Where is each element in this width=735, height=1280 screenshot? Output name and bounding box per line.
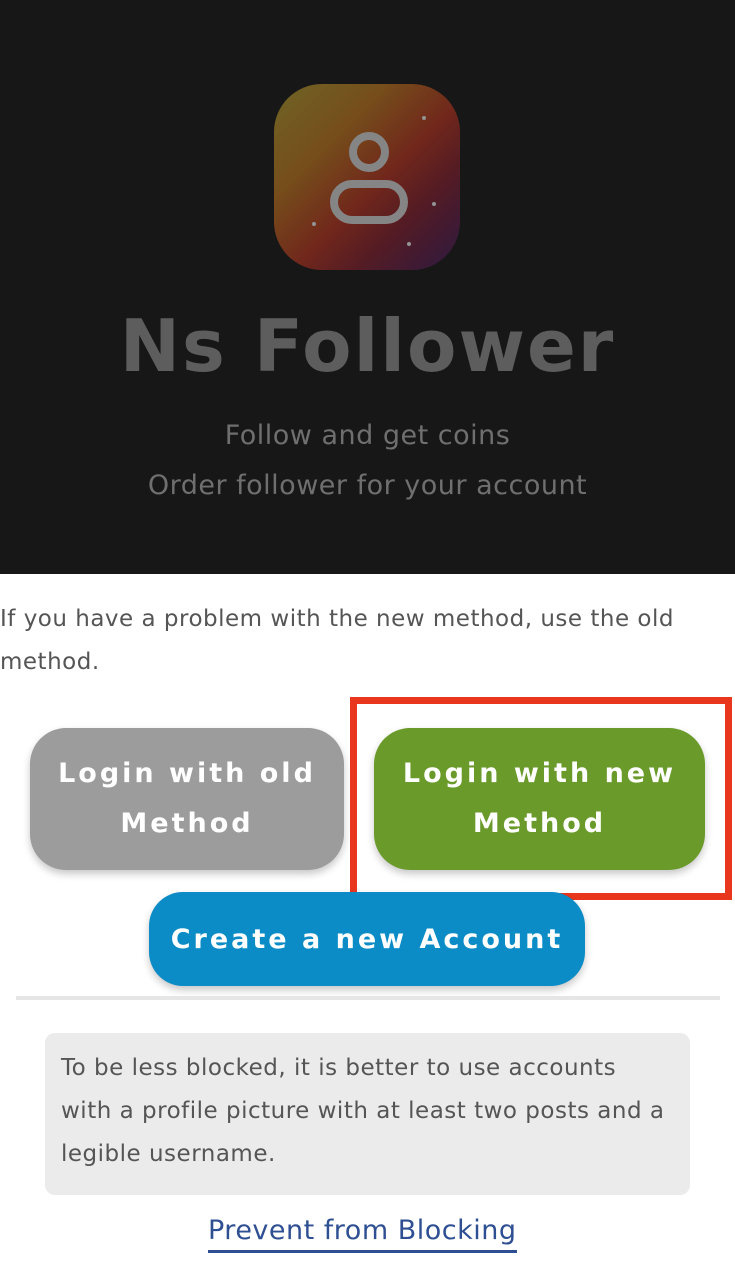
method-notice: If you have a problem with the new metho…	[0, 606, 674, 675]
header-overlay: Ns Follower Follow and get coins Order f…	[0, 0, 735, 574]
app-title: Ns Follower	[119, 304, 616, 388]
highlight-annotation-box	[350, 697, 732, 900]
prevent-blocking-link[interactable]: Prevent from Blocking	[208, 1215, 517, 1253]
login-old-method-button[interactable]: Login with old Method	[30, 728, 344, 870]
create-account-button[interactable]: Create a new Account	[149, 892, 585, 986]
app-subtitle-line2: Order follower for your account	[147, 470, 588, 501]
app-subtitle-line1: Follow and get coins	[224, 420, 511, 451]
divider	[16, 996, 720, 1000]
app-logo-icon	[274, 84, 460, 270]
blocking-tip-box: To be less blocked, it is better to use …	[45, 1033, 690, 1195]
